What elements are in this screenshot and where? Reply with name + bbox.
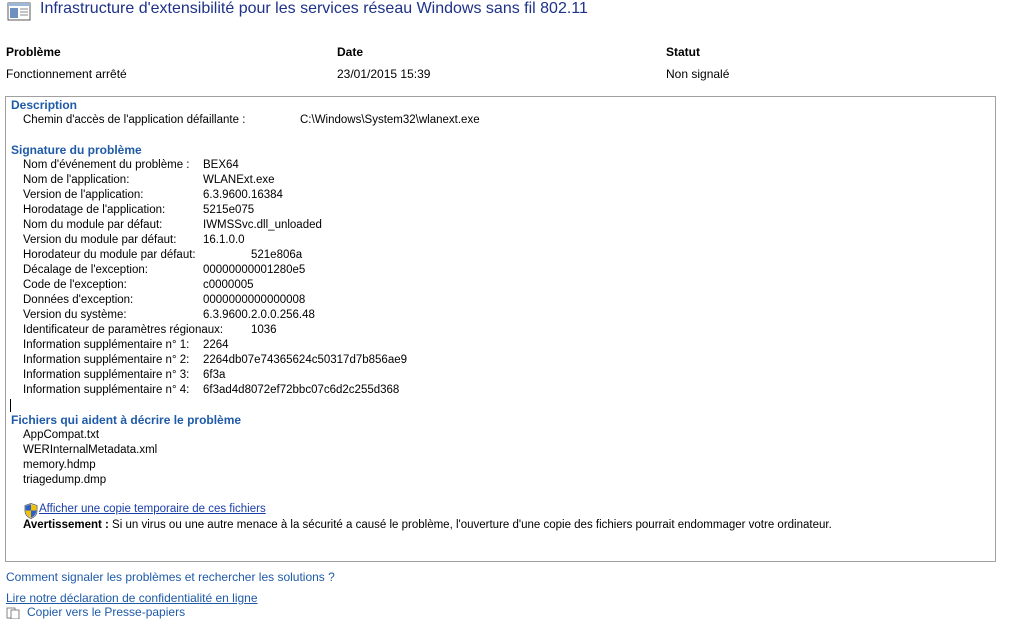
security-warning: Avertissement : Si un virus ou une autre… — [23, 519, 832, 531]
signature-label: Horodateur du module par défaut: — [23, 249, 196, 261]
signature-value: IWMSSvc.dll_unloaded — [203, 219, 322, 231]
signature-label: Information supplémentaire n° 1: — [23, 339, 190, 351]
signature-value: 6.3.9600.2.0.0.256.48 — [203, 309, 315, 321]
problem-value: Fonctionnement arrêté — [6, 67, 127, 81]
status-header: Statut — [666, 45, 700, 59]
app-path-label: Chemin d'accès de l'application défailla… — [23, 114, 246, 126]
view-temp-copy-link[interactable]: Afficher une copie temporaire de ces fic… — [39, 503, 266, 515]
signature-value: c0000005 — [203, 279, 254, 291]
warning-text: Si un virus ou une autre menace à la séc… — [108, 519, 832, 531]
file-item: WERInternalMetadata.xml — [23, 444, 158, 456]
signature-label: Information supplémentaire n° 4: — [23, 384, 190, 396]
privacy-statement-link[interactable]: Lire notre déclaration de confidentialit… — [6, 591, 258, 605]
signature-label: Information supplémentaire n° 2: — [23, 354, 190, 366]
details-textbox[interactable]: Description Chemin d'accès de l'applicat… — [5, 96, 996, 562]
shield-icon — [24, 503, 38, 519]
report-icon — [7, 2, 31, 21]
files-title: Fichiers qui aident à décrire le problèm… — [11, 413, 242, 427]
file-item: AppCompat.txt — [23, 429, 100, 441]
signature-label: Version du système: — [23, 309, 127, 321]
signature-label: Décalage de l'exception: — [23, 264, 148, 276]
problem-header: Problème — [6, 45, 61, 59]
signature-label: Version de l'application: — [23, 189, 144, 201]
title-bar: Infrastructure d'extensibilité pour les … — [0, 0, 1009, 22]
warning-label: Avertissement : — [23, 519, 109, 531]
signature-label: Nom de l'application: — [23, 174, 130, 186]
app-path-value: C:\Windows\System32\wlanext.exe — [300, 114, 480, 126]
report-solutions-link[interactable]: Comment signaler les problèmes et recher… — [6, 570, 335, 584]
signature-value: 6f3a — [203, 369, 226, 381]
window-title: Infrastructure d'extensibilité pour les … — [40, 0, 588, 17]
text-caret — [10, 399, 11, 412]
signature-value: 2264 — [203, 339, 229, 351]
signature-label: Nom du module par défaut: — [23, 219, 163, 231]
signature-label: Code de l'exception: — [23, 279, 127, 291]
signature-value: BEX64 — [203, 159, 239, 171]
signature-value: 16.1.0.0 — [203, 234, 245, 246]
date-value: 23/01/2015 15:39 — [337, 67, 431, 81]
signature-value: 6.3.9600.16384 — [203, 189, 283, 201]
signature-label: Information supplémentaire n° 3: — [23, 369, 190, 381]
file-item: memory.hdmp — [23, 459, 96, 471]
signature-value: 1036 — [251, 324, 277, 336]
signature-label: Données d'exception: — [23, 294, 134, 306]
signature-label: Nom d'événement du problème : — [23, 159, 190, 171]
signature-label: Version du module par défaut: — [23, 234, 177, 246]
date-header: Date — [337, 45, 364, 59]
copy-icon — [6, 607, 20, 619]
signature-value: 2264db07e74365624c50317d7b856ae9 — [203, 354, 408, 366]
signature-value: 521e806a — [251, 249, 303, 261]
file-item: triagedump.dmp — [23, 474, 107, 486]
signature-label: Identificateur de paramètres régionaux: — [23, 324, 224, 336]
signature-value: 5215e075 — [203, 204, 255, 216]
signature-label: Horodatage de l'application: — [23, 204, 166, 216]
status-value: Non signalé — [666, 67, 730, 81]
copy-to-clipboard-link[interactable]: Copier vers le Presse-papiers — [27, 605, 185, 619]
signature-title: Signature du problème — [11, 143, 142, 157]
signature-value: WLANExt.exe — [203, 174, 275, 186]
signature-value: 00000000001280e5 — [203, 264, 306, 276]
description-title: Description — [11, 98, 78, 112]
signature-value: 0000000000000008 — [203, 294, 306, 306]
signature-value: 6f3ad4d8072ef72bbc07c6d2c255d368 — [203, 384, 400, 396]
